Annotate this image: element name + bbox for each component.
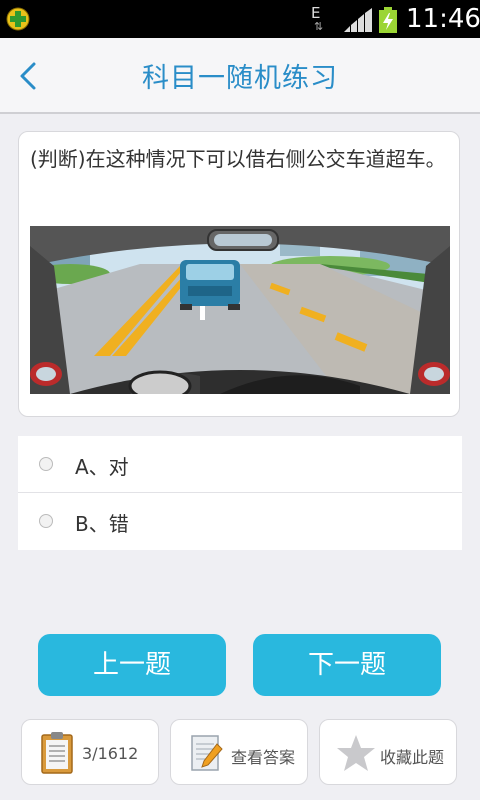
next-question-button[interactable]: 下一题 xyxy=(253,634,441,696)
battery-charging-icon xyxy=(379,7,397,33)
question-scene-image xyxy=(30,226,450,394)
page-title: 科目一随机练习 xyxy=(142,63,338,94)
option-label: A、对 xyxy=(75,455,129,479)
data-activity-icon: ⇅ xyxy=(314,20,324,33)
notepad-pencil-icon xyxy=(191,735,223,771)
favorite-button[interactable]: 收藏此题 xyxy=(319,719,457,785)
question-text: (判断)在这种情况下可以借右侧公交车道超车。 xyxy=(30,147,446,171)
option-a[interactable]: A、对 xyxy=(18,436,462,493)
app-header: 科目一随机练习 xyxy=(0,38,480,114)
previous-question-button[interactable]: 上一题 xyxy=(38,634,226,696)
view-answer-label: 查看答案 xyxy=(231,748,296,767)
option-label: B、错 xyxy=(75,512,129,536)
answer-options: A、对 B、错 xyxy=(18,436,462,550)
radio-button[interactable] xyxy=(39,514,53,528)
progress-button[interactable]: 3/1612 xyxy=(21,719,159,785)
star-icon xyxy=(337,735,375,771)
clock-time: 11:46 xyxy=(406,4,480,34)
signal-strength-icon xyxy=(344,8,372,32)
progress-count: 3/1612 xyxy=(82,744,139,763)
status-bar: E ⇅ 11:46 xyxy=(0,0,480,38)
favorite-label: 收藏此题 xyxy=(380,748,445,767)
app-notification-icon xyxy=(6,7,30,31)
radio-button[interactable] xyxy=(39,457,53,471)
view-answer-button[interactable]: 查看答案 xyxy=(170,719,308,785)
question-card: (判断)在这种情况下可以借右侧公交车道超车。 xyxy=(18,131,460,417)
option-b[interactable]: B、错 xyxy=(18,493,462,550)
clipboard-icon xyxy=(41,732,73,774)
